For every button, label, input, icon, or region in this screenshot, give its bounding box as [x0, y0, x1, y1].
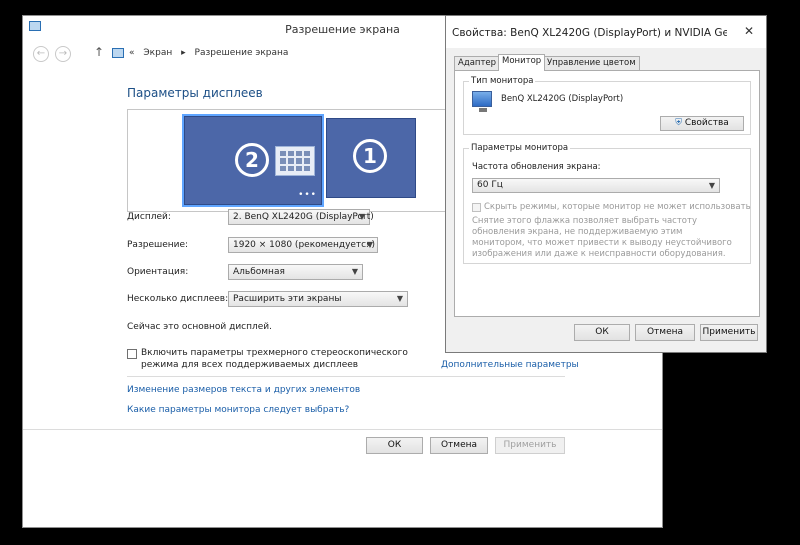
- orientation-label: Ориентация:: [127, 267, 189, 277]
- chevron-down-icon: ▼: [358, 212, 365, 221]
- divider: [23, 429, 662, 430]
- dialog-title: Свойства: BenQ XL2420G (DisplayPort) и N…: [452, 27, 727, 39]
- monitor-properties-dialog: Свойства: BenQ XL2420G (DisplayPort) и N…: [445, 15, 767, 353]
- resolution-select-value: 1920 × 1080 (рекомендуется): [233, 240, 376, 250]
- which-settings-link[interactable]: Какие параметры монитора следует выбрать…: [127, 405, 349, 415]
- cancel-button[interactable]: Отмена: [430, 437, 488, 454]
- breadcrumb-overflow[interactable]: «: [129, 48, 135, 58]
- tab-adapter[interactable]: Адаптер: [454, 56, 501, 70]
- page-title: Параметры дисплеев: [127, 86, 263, 100]
- multiple-displays-select-value: Расширить эти экраны: [233, 294, 342, 304]
- breadcrumb-item-resolution[interactable]: Разрешение экрана: [195, 48, 289, 58]
- tab-monitor[interactable]: Монитор: [498, 54, 546, 71]
- orientation-select-value: Альбомная: [233, 267, 285, 277]
- back-arrow-icon[interactable]: ←: [33, 46, 49, 62]
- text-size-link[interactable]: Изменение размеров текста и других элеме…: [127, 385, 360, 395]
- chevron-down-icon: ▼: [396, 294, 403, 303]
- forward-arrow-icon[interactable]: →: [55, 46, 71, 62]
- monitor-tile-2[interactable]: 2 •••: [182, 114, 324, 207]
- dialog-cancel-button[interactable]: Отмена: [635, 324, 695, 341]
- properties-button[interactable]: ⛨ Свойства: [660, 116, 744, 131]
- monitor-tab-panel: Тип монитора BenQ XL2420G (DisplayPort) …: [454, 70, 760, 317]
- monitor-type-group-title: Тип монитора: [469, 76, 536, 86]
- hide-modes-label: Скрыть режимы, которые монитор не может …: [484, 202, 751, 212]
- monitor-type-group: Тип монитора BenQ XL2420G (DisplayPort) …: [463, 76, 751, 135]
- multiple-displays-label: Несколько дисплеев:: [127, 294, 229, 304]
- refresh-rate-select[interactable]: 60 Гц ▼: [472, 178, 720, 193]
- breadcrumb-separator-icon[interactable]: ▸: [181, 48, 186, 58]
- chevron-down-icon: ▼: [351, 267, 358, 276]
- apply-button[interactable]: Применить: [495, 437, 565, 454]
- advanced-settings-link[interactable]: Дополнительные параметры: [441, 360, 579, 370]
- shield-icon: ⛨: [675, 118, 682, 128]
- resolution-select[interactable]: 1920 × 1080 (рекомендуется) ▼: [228, 237, 378, 253]
- monitor-name: BenQ XL2420G (DisplayPort): [501, 94, 624, 104]
- refresh-rate-value: 60 Гц: [477, 180, 503, 190]
- monitor-crumb-icon: [112, 48, 124, 58]
- refresh-rate-label: Частота обновления экрана:: [472, 162, 601, 172]
- monitor-number: 2: [235, 143, 269, 177]
- breadcrumb-item-screen[interactable]: Экран: [143, 48, 172, 58]
- properties-button-label: Свойства: [684, 118, 729, 128]
- display-label: Дисплей:: [127, 212, 171, 222]
- orientation-select[interactable]: Альбомная ▼: [228, 264, 363, 280]
- primary-display-note: Сейчас это основной дисплей.: [127, 322, 273, 332]
- hide-modes-checkbox[interactable]: [472, 203, 481, 212]
- hide-modes-description: Снятие этого флажка позволяет выбрать ча…: [472, 216, 732, 259]
- dialog-ok-button[interactable]: ОК: [574, 324, 630, 341]
- stereo-3d-label: Включить параметры трехмерного стереоско…: [141, 348, 408, 370]
- breadcrumb: « Экран ▸ Разрешение экрана: [129, 48, 294, 58]
- monitor-icon: [472, 91, 492, 112]
- chevron-down-icon: ▼: [708, 181, 715, 190]
- close-icon[interactable]: ✕: [744, 24, 754, 38]
- resolution-label: Разрешение:: [127, 240, 189, 250]
- dialog-apply-button[interactable]: Применить: [700, 324, 758, 341]
- monitor-settings-group-title: Параметры монитора: [469, 143, 571, 153]
- monitor-tile-1[interactable]: 1: [326, 118, 416, 198]
- divider: [127, 376, 565, 377]
- more-dots-icon: •••: [298, 190, 317, 200]
- stereo-3d-checkbox[interactable]: [127, 349, 137, 359]
- monitor-settings-group: Параметры монитора Частота обновления эк…: [463, 143, 751, 264]
- multiple-displays-select[interactable]: Расширить эти экраны ▼: [228, 291, 408, 307]
- up-arrow-icon[interactable]: ↑: [94, 45, 104, 59]
- display-select[interactable]: 2. BenQ XL2420G (DisplayPort) ▼: [228, 209, 374, 225]
- chevron-down-icon: ▼: [366, 240, 373, 249]
- tab-color-management[interactable]: Управление цветом: [543, 56, 640, 70]
- ok-button[interactable]: ОК: [366, 437, 423, 454]
- start-screen-icon: [275, 146, 315, 176]
- monitor-number: 1: [353, 139, 387, 173]
- display-select-value: 2. BenQ XL2420G (DisplayPort): [233, 212, 374, 222]
- dialog-titlebar: Свойства: BenQ XL2420G (DisplayPort) и N…: [446, 16, 766, 48]
